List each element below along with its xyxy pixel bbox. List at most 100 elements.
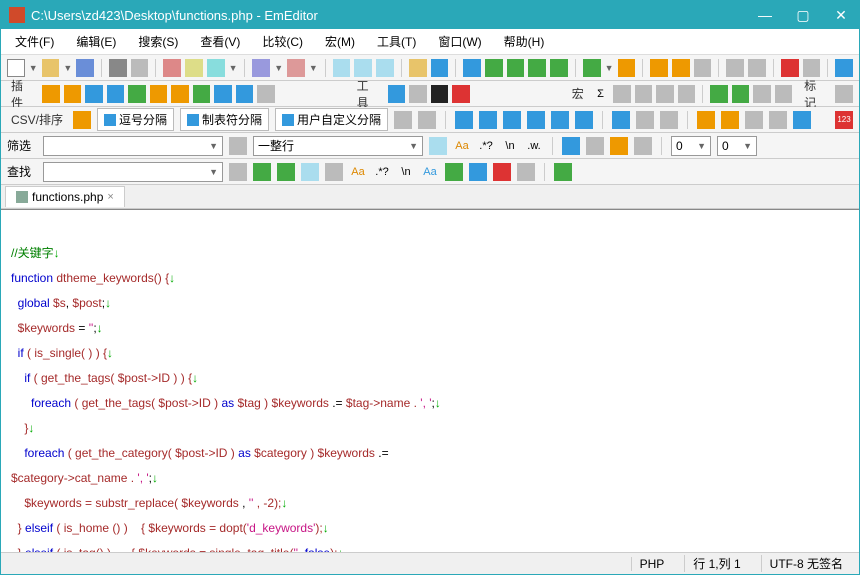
status-position[interactable]: 行 1,列 1 <box>684 555 748 572</box>
file-tab[interactable]: functions.php × <box>5 186 125 207</box>
filter-input[interactable]: ▼ <box>43 136 223 156</box>
filter-word-button[interactable]: .w. <box>525 137 543 155</box>
csv-comma-button[interactable]: 逗号分隔 <box>97 108 174 131</box>
filter-b1-button[interactable] <box>562 137 580 155</box>
search-escape-button[interactable]: \n <box>397 163 415 181</box>
search-all-button[interactable] <box>301 163 319 181</box>
status-encoding[interactable]: UTF-8 无签名 <box>761 555 851 572</box>
redo-button[interactable] <box>287 59 305 77</box>
tool-ie-button[interactable] <box>388 85 405 103</box>
search-prev-button[interactable] <box>253 163 271 181</box>
menu-help[interactable]: 帮助(H) <box>500 31 549 52</box>
search-next-button[interactable] <box>277 163 295 181</box>
tool-cmd-button[interactable] <box>431 85 448 103</box>
search-go-button[interactable] <box>554 163 572 181</box>
search-word-button[interactable]: Aa <box>421 163 439 181</box>
csv-add-button[interactable] <box>394 111 412 129</box>
col-3-button[interactable] <box>660 111 678 129</box>
nav-back-button[interactable] <box>710 85 727 103</box>
paste-button[interactable] <box>207 59 225 77</box>
plugin-2-button[interactable] <box>64 85 81 103</box>
search-b4-button[interactable] <box>517 163 535 181</box>
maximize-button[interactable]: ▢ <box>793 7 813 24</box>
play-button[interactable] <box>803 59 821 77</box>
plugin-9-button[interactable] <box>214 85 231 103</box>
csv-col-button[interactable] <box>418 111 436 129</box>
print-preview-button[interactable] <box>131 59 149 77</box>
plugin-5-button[interactable] <box>128 85 145 103</box>
hl-5-button[interactable] <box>793 111 811 129</box>
macro-dropdown[interactable]: ▼ <box>605 63 614 73</box>
bookmark-button[interactable] <box>618 59 636 77</box>
search-b3-button[interactable] <box>493 163 511 181</box>
filter-button[interactable] <box>431 59 449 77</box>
search-regex-button[interactable]: .*? <box>373 163 391 181</box>
sort-6-button[interactable] <box>575 111 593 129</box>
find-next-button[interactable] <box>354 59 372 77</box>
close-button[interactable]: ✕ <box>831 7 851 24</box>
cascade-button[interactable] <box>507 59 525 77</box>
code-editor[interactable]: //关键字↓ function dtheme_keywords() {↓ glo… <box>1 209 859 552</box>
plugin-3-button[interactable] <box>85 85 102 103</box>
save-button[interactable] <box>76 59 94 77</box>
tab-close-button[interactable]: × <box>107 191 113 203</box>
plugin-4-button[interactable] <box>107 85 124 103</box>
macro-3-button[interactable] <box>635 85 652 103</box>
find-button[interactable] <box>333 59 351 77</box>
print-button[interactable] <box>109 59 127 77</box>
redo-dropdown[interactable]: ▼ <box>309 63 318 73</box>
tool-2-button[interactable] <box>409 85 426 103</box>
filter-escape-button[interactable]: \n <box>501 137 519 155</box>
csv-tab-button[interactable]: 制表符分隔 <box>180 108 269 131</box>
plugin-10-button[interactable] <box>236 85 253 103</box>
macro-rec-button[interactable] <box>583 59 601 77</box>
macro-2-button[interactable] <box>613 85 630 103</box>
open-file-button[interactable] <box>42 59 60 77</box>
arrange-button[interactable] <box>528 59 546 77</box>
search-b2-button[interactable] <box>469 163 487 181</box>
select-button[interactable] <box>748 59 766 77</box>
cursor-button[interactable] <box>726 59 744 77</box>
plugin-8-button[interactable] <box>193 85 210 103</box>
sort-3-button[interactable] <box>503 111 521 129</box>
undo-dropdown[interactable]: ▼ <box>274 63 283 73</box>
undo-button[interactable] <box>252 59 270 77</box>
customize-button[interactable] <box>672 59 690 77</box>
search-input[interactable]: ▼ <box>43 162 223 182</box>
search-clear-button[interactable] <box>229 163 247 181</box>
paste-dropdown[interactable]: ▼ <box>229 63 238 73</box>
menu-window[interactable]: 窗口(W) <box>434 31 485 52</box>
filter-num2-select[interactable]: 0▼ <box>717 136 757 156</box>
macro-4-button[interactable] <box>656 85 673 103</box>
search-b1-button[interactable] <box>445 163 463 181</box>
nav-3-button[interactable] <box>753 85 770 103</box>
wrench-icon[interactable] <box>835 59 853 77</box>
properties-button[interactable] <box>694 59 712 77</box>
hl-4-button[interactable] <box>769 111 787 129</box>
num-123-icon[interactable]: 123 <box>835 111 853 129</box>
open-file-dropdown[interactable]: ▼ <box>63 63 72 73</box>
sort-asc-button[interactable] <box>455 111 473 129</box>
find-prev-button[interactable] <box>376 59 394 77</box>
window-list-button[interactable] <box>550 59 568 77</box>
config-button[interactable] <box>650 59 668 77</box>
plugin-7-button[interactable] <box>171 85 188 103</box>
macro-5-button[interactable] <box>678 85 695 103</box>
search-case-button[interactable]: Aa <box>349 163 367 181</box>
hl-2-button[interactable] <box>721 111 739 129</box>
menu-compare[interactable]: 比较(C) <box>258 31 307 52</box>
sort-desc-button[interactable] <box>479 111 497 129</box>
col-1-button[interactable] <box>612 111 630 129</box>
minimize-button[interactable]: — <box>755 7 775 24</box>
cut-button[interactable] <box>163 59 181 77</box>
copy-button[interactable] <box>185 59 203 77</box>
filter-search-button[interactable] <box>429 137 447 155</box>
filter-lock-icon[interactable] <box>610 137 628 155</box>
plugin-1-button[interactable] <box>42 85 59 103</box>
sort-4-button[interactable] <box>527 111 545 129</box>
hl-3-button[interactable] <box>745 111 763 129</box>
plugin-11-button[interactable] <box>257 85 274 103</box>
filter-regex-button[interactable]: .*? <box>477 137 495 155</box>
filter-b4-button[interactable] <box>634 137 652 155</box>
menu-file[interactable]: 文件(F) <box>11 31 58 52</box>
